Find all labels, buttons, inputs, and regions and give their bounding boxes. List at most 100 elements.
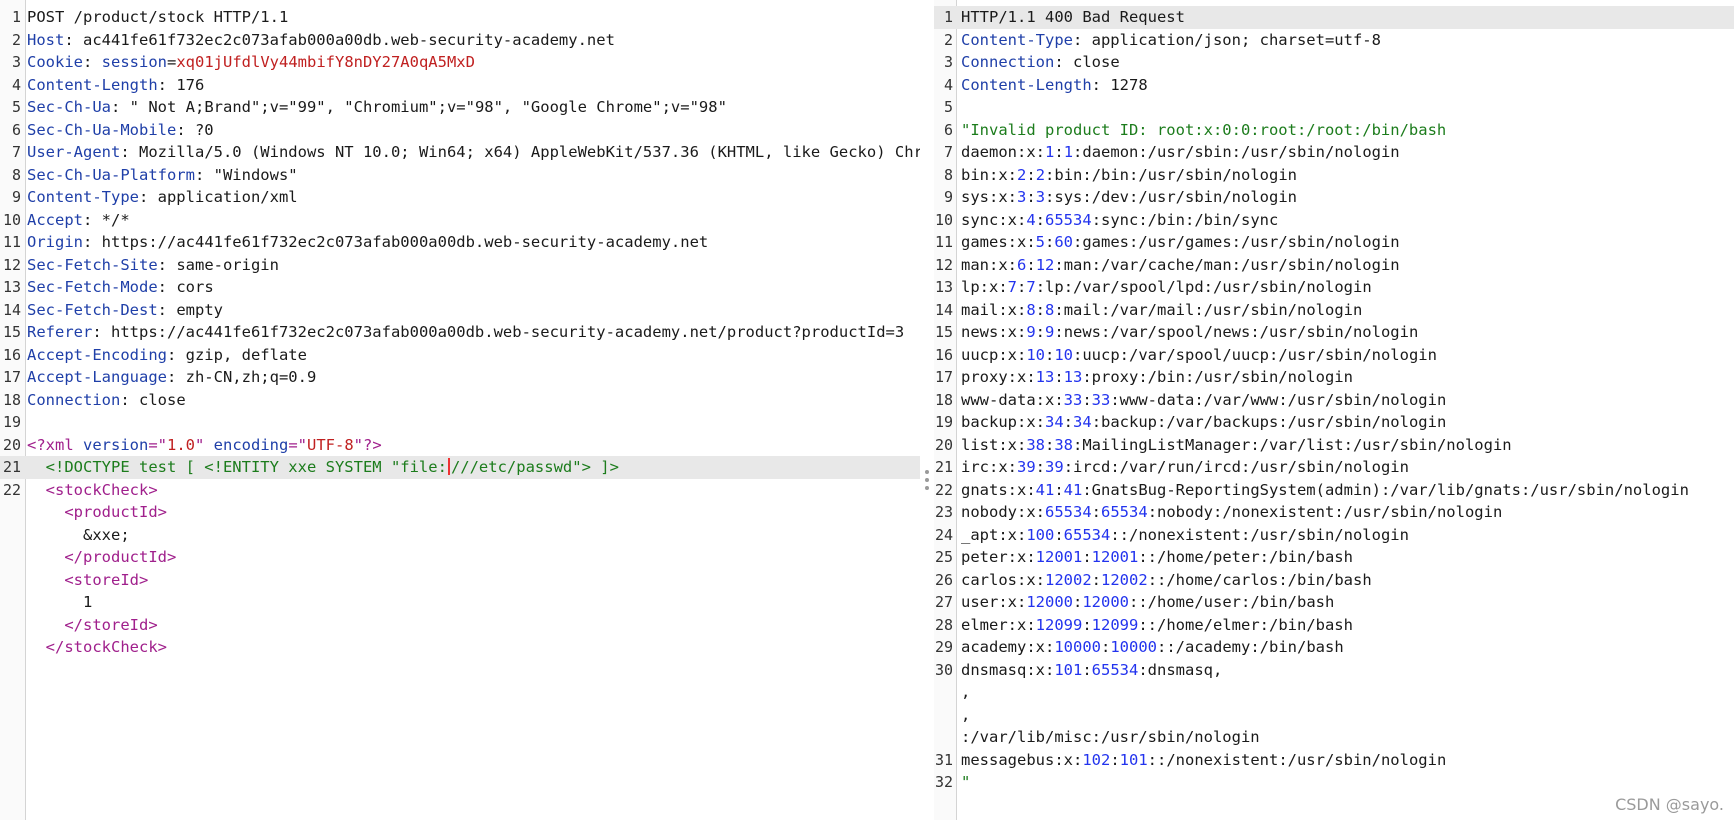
response-line: 6 "Invalid product ID: root:x:0:0:root:/r… [934, 119, 1734, 142]
code-token: list:x: [961, 435, 1027, 454]
pane-splitter[interactable] [921, 0, 934, 820]
request-line: 12 Sec-Fetch-Site: same-origin [0, 254, 920, 277]
code-token: </ [27, 638, 65, 656]
code-token: : [1073, 593, 1083, 611]
request-line: 21 <!DOCTYPE test [ <!ENTITY xxe SYSTEM … [0, 456, 920, 479]
response-line: , [934, 681, 1734, 704]
line-code: Connection: close [961, 51, 1120, 74]
line-code: peter:x:12001:12001::/home/peter:/bin/ba… [961, 546, 1353, 569]
code-token: : [1082, 615, 1092, 634]
code-token: productId [73, 503, 158, 521]
code-token: elmer:x: [961, 615, 1036, 634]
line-code: Sec-Ch-Ua-Platform: "Windows" [27, 164, 298, 187]
code-token: 8 [1045, 300, 1055, 319]
response-line: 8 bin:x:2:2:bin:/bin:/usr/sbin/nologin [934, 164, 1734, 187]
request-editor[interactable]: 1 POST /product/stock HTTP/1.1 2 Host: ac44… [0, 0, 920, 820]
code-token: 39 [1017, 458, 1036, 476]
line-number: 8 [943, 165, 953, 184]
code-token: 12000 [1026, 593, 1073, 611]
line-code: " [961, 771, 970, 794]
line-code: man:x:6:12:man:/var/cache/man:/usr/sbin/… [961, 254, 1400, 277]
line-code: user:x:12000:12000::/home/user:/bin/bash [961, 591, 1334, 614]
response-line: 14 mail:x:8:8:mail:/var/mail:/usr/sbin/no… [934, 299, 1734, 322]
code-token: ::/home/elmer:/bin/bash [1138, 615, 1353, 634]
code-token: HTTP/1.1 400 Bad Request [961, 8, 1185, 26]
code-token: : [1026, 165, 1036, 184]
code-token: 10000 [1110, 638, 1158, 656]
line-number: 22 [934, 480, 953, 499]
request-lines: 1 POST /product/stock HTTP/1.1 2 Host: ac44… [0, 6, 920, 659]
line-number: 12 [2, 255, 21, 274]
line-code: <productId> [27, 501, 167, 524]
code-token: 34 [1073, 413, 1092, 431]
line-number: 11 [2, 233, 21, 251]
code-token: Sec-Fetch-Site [27, 255, 158, 274]
request-line: 15 Referer: https://ac441fe61f732ec2c073a… [0, 321, 920, 344]
line-code: HTTP/1.1 400 Bad Request [961, 6, 1185, 29]
line-code: POST /product/stock HTTP/1.1 [27, 6, 288, 29]
code-token: Content-Length [961, 75, 1092, 94]
code-token: :lp:/var/spool/lpd:/usr/sbin/nologin [1035, 278, 1372, 296]
code-token: :nobody:/nonexistent:/usr/sbin/nologin [1147, 503, 1503, 521]
code-token: ::/home/carlos:/bin/bash [1147, 570, 1372, 589]
code-token: :backup:/var/backups:/usr/sbin/nologin [1091, 413, 1447, 431]
code-token: : [1082, 660, 1092, 679]
code-token: stockCheck [55, 480, 149, 499]
code-token: < [27, 480, 55, 499]
code-token: Sec-Fetch-Mode [27, 278, 158, 296]
request-line: 18 Connection: close [0, 389, 920, 412]
line-code: bin:x:2:2:bin:/bin:/usr/sbin/nologin [961, 164, 1297, 187]
code-token: news:x: [961, 323, 1027, 341]
code-token: 2 [1017, 165, 1027, 184]
code-token: : close [1054, 53, 1120, 71]
response-viewer[interactable]: 1 HTTP/1.1 400 Bad Request 2 Content-Type: … [934, 0, 1734, 820]
request-line: </storeId> [0, 614, 920, 637]
code-token: Sec-Ch-Ua-Platform [27, 165, 195, 184]
line-code: <?xml version="1.0" encoding="UTF-8"?> [27, 434, 382, 457]
code-token: : [1035, 210, 1046, 229]
response-line: 30 dnsmasq:x:101:65534:dnsmasq, [934, 659, 1734, 682]
code-token: 12002 [1101, 570, 1148, 589]
line-code: Accept: */* [27, 209, 130, 232]
line-number: 9 [943, 188, 953, 206]
line-number: 21 [934, 458, 953, 476]
line-code: Sec-Fetch-Mode: cors [27, 276, 214, 299]
code-token: > [157, 503, 168, 521]
line-number: 31 [934, 750, 953, 769]
code-token: 9 [1045, 323, 1055, 341]
response-line: 22 gnats:x:41:41:GnatsBug-ReportingSystem… [934, 479, 1734, 502]
code-token: :bin:/bin:/usr/sbin/nologin [1045, 165, 1297, 184]
line-code: , [961, 704, 970, 727]
request-line: 11 Origin: https://ac441fe61f732ec2c073af… [0, 231, 920, 254]
code-token: : Mozilla/5.0 (Windows NT 10.0; Win64; x… [120, 143, 920, 161]
code-token: 5 [1035, 233, 1045, 251]
request-line: 4 Content-Length: 176 [0, 74, 920, 97]
code-token: nobody:x: [961, 503, 1045, 521]
line-code: proxy:x:13:13:proxy:/bin:/usr/sbin/nolog… [961, 366, 1353, 389]
code-token: Accept [27, 210, 83, 229]
code-token: 33 [1091, 390, 1111, 409]
code-token: 12000 [1082, 593, 1130, 611]
code-token: </ [27, 615, 83, 634]
code-token: Cookie [27, 53, 83, 71]
line-number: 26 [934, 570, 953, 589]
line-code: mail:x:8:8:mail:/var/mail:/usr/sbin/nolo… [961, 299, 1362, 322]
watermark: CSDN @sayo. [1615, 795, 1724, 814]
code-token: 9 [1026, 323, 1036, 341]
code-token: POST /product/stock HTTP/1.1 [27, 8, 289, 26]
code-token: : https://ac441fe61f732ec2c073afab000a00… [92, 323, 905, 341]
line-number: 7 [943, 143, 953, 161]
code-token: Content-Type [27, 188, 139, 206]
line-code: daemon:x:1:1:daemon:/usr/sbin:/usr/sbin/… [961, 141, 1400, 164]
code-token: 2 [1035, 165, 1046, 184]
line-number: 13 [2, 278, 21, 296]
code-token: ::/nonexistent:/usr/sbin/nologin [1147, 750, 1447, 769]
code-token: : empty [157, 300, 223, 319]
code-token: =" [288, 435, 307, 454]
code-token: : [1054, 368, 1064, 386]
line-number: 5 [11, 98, 21, 116]
line-code: sync:x:4:65534:sync:/bin:/bin/sync [961, 209, 1278, 232]
line-number: 6 [943, 120, 953, 139]
line-number: 32 [934, 773, 953, 791]
code-token: bin:x: [961, 165, 1017, 184]
